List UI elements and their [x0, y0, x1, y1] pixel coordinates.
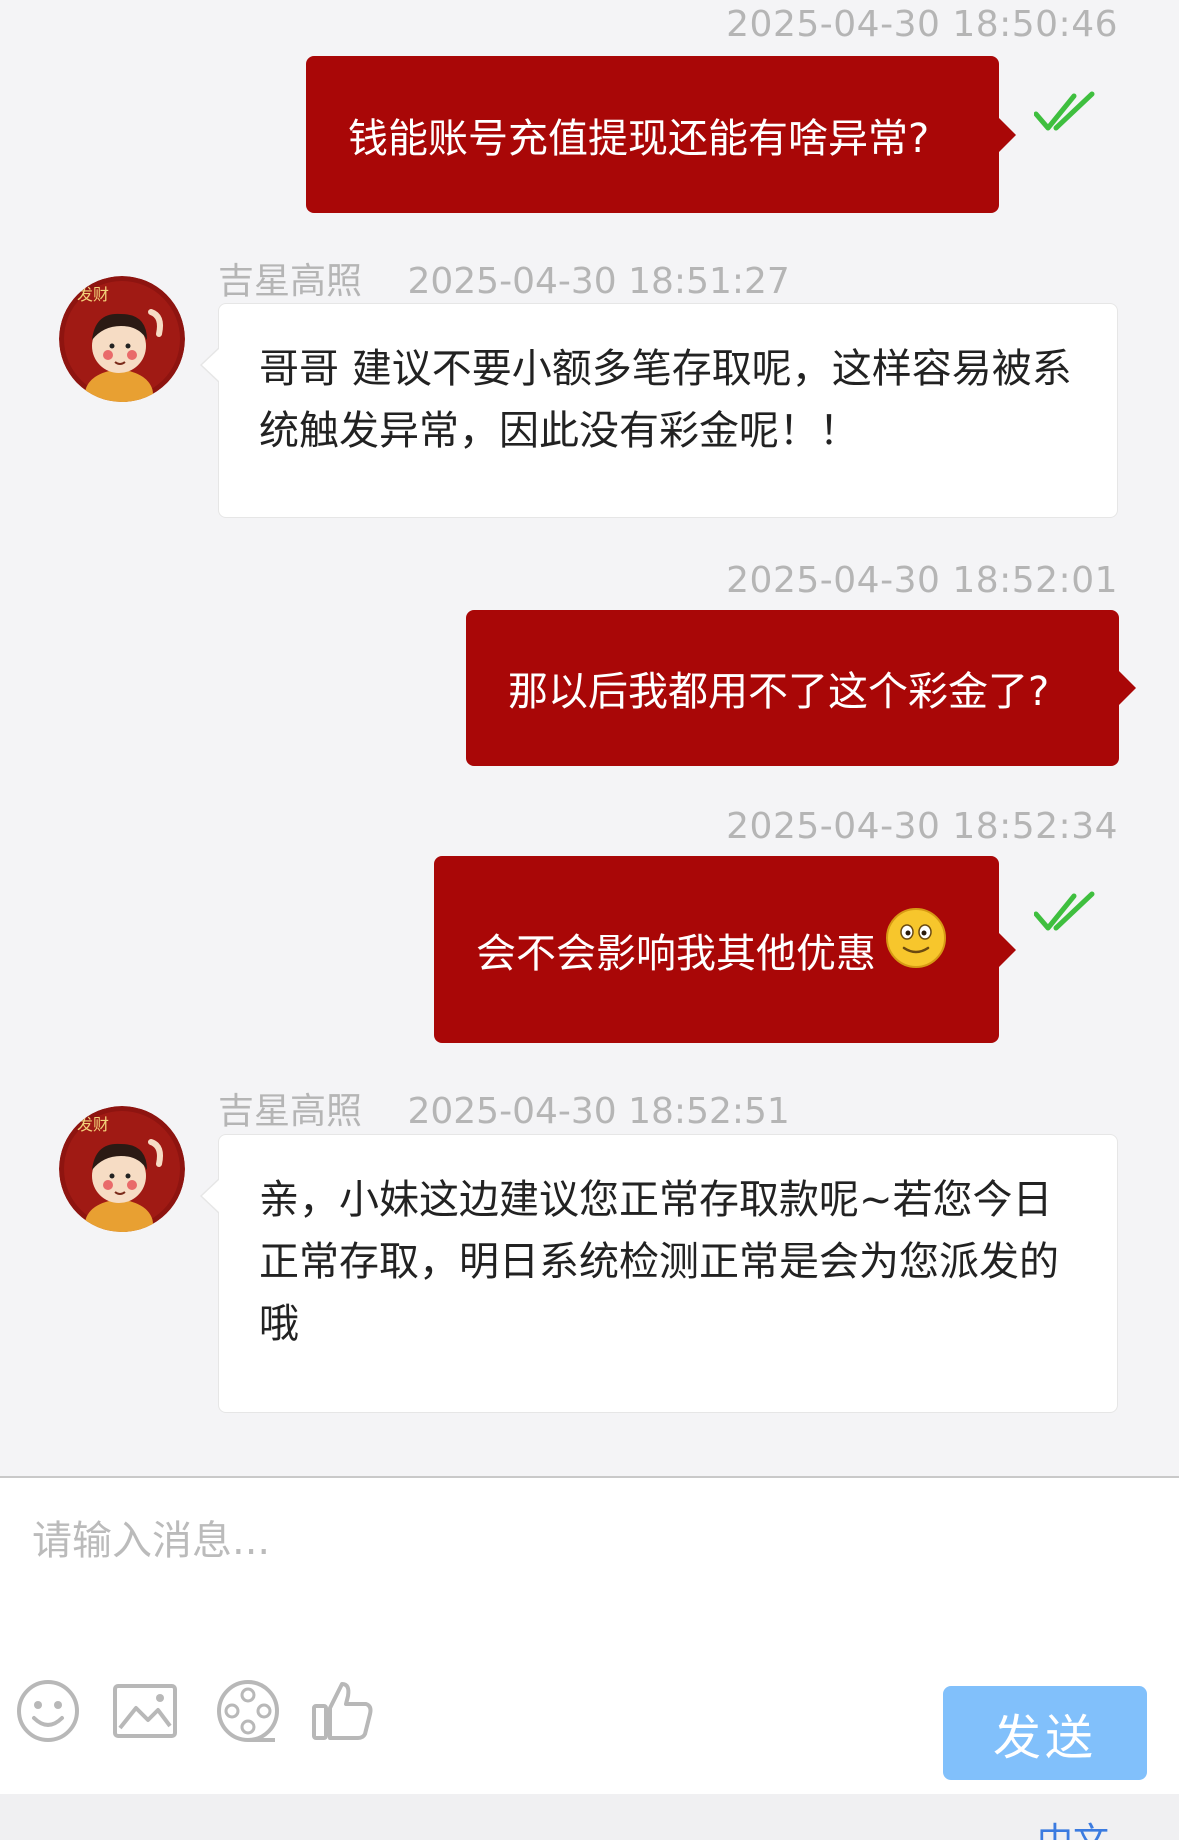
message-meta: 吉星高照 2025-04-30 18:52:51 [218, 1082, 790, 1134]
message-timestamp: 2025-04-30 18:50:46 [726, 4, 1118, 45]
message-input[interactable] [32, 1508, 1132, 1628]
message-composer: 发送 [0, 1476, 1179, 1794]
incoming-message-bubble[interactable]: 哥哥 建议不要小额多笔存取呢，这样容易被系统触发异常，因此没有彩金呢！！ [200, 303, 1118, 518]
agent-avatar[interactable]: 发财 [59, 1106, 185, 1232]
message-text: 亲，小妹这边建议您正常存取款呢~若您今日正常存取，明日系统检测正常是会为您派发的… [259, 1177, 1059, 1347]
agent-nickname: 吉星高照 [218, 261, 363, 302]
read-check-icon [1034, 891, 1095, 931]
send-button[interactable]: 发送 [943, 1686, 1147, 1780]
avatar-badge-text: 发财 [77, 285, 109, 304]
read-check-icon [1034, 91, 1095, 131]
avatar-badge-text: 发财 [77, 1115, 109, 1134]
message-text: 那以后我都用不了这个彩金了? [508, 669, 1050, 715]
message-text: 钱能账号充值提现还能有啥异常? [348, 115, 930, 162]
agent-nickname: 吉星高照 [218, 1091, 363, 1132]
message-timestamp: 2025-04-30 18:52:51 [407, 1091, 790, 1132]
image-icon[interactable] [112, 1678, 178, 1744]
message-timestamp: 2025-04-30 18:51:27 [407, 261, 790, 302]
emoji-icon[interactable] [15, 1678, 81, 1744]
agent-avatar[interactable]: 发财 [59, 276, 185, 402]
message-text: 会不会影响我其他优惠 [476, 930, 876, 977]
thumbs-up-icon[interactable] [310, 1678, 376, 1744]
message-timestamp: 2025-04-30 18:52:34 [726, 806, 1118, 847]
avatar-image: 发财 [59, 276, 185, 402]
avatar-image: 发财 [59, 1106, 185, 1232]
message-meta: 吉星高照 2025-04-30 18:51:27 [218, 252, 790, 304]
chat-area: 2025-04-30 18:50:46 钱能账号充值提现还能有啥异常? 发财 吉… [0, 0, 1179, 1476]
outgoing-message-bubble[interactable]: 钱能账号充值提现还能有啥异常? [306, 56, 1016, 213]
message-timestamp: 2025-04-30 18:52:01 [726, 560, 1118, 601]
outgoing-message-bubble[interactable]: 那以后我都用不了这个彩金了? [466, 610, 1136, 766]
incoming-message-bubble[interactable]: 亲，小妹这边建议您正常存取款呢~若您今日正常存取，明日系统检测正常是会为您派发的… [200, 1134, 1118, 1413]
language-switch[interactable]: 中文 [1037, 1812, 1109, 1840]
smiley-emoji-icon [886, 907, 946, 968]
message-text: 哥哥 建议不要小额多笔存取呢，这样容易被系统触发异常，因此没有彩金呢！！ [259, 346, 1072, 454]
bottom-bar: 中文 [0, 1794, 1179, 1840]
film-reel-icon[interactable] [215, 1678, 281, 1744]
outgoing-message-bubble[interactable]: 会不会影响我其他优惠 [434, 856, 1016, 1043]
